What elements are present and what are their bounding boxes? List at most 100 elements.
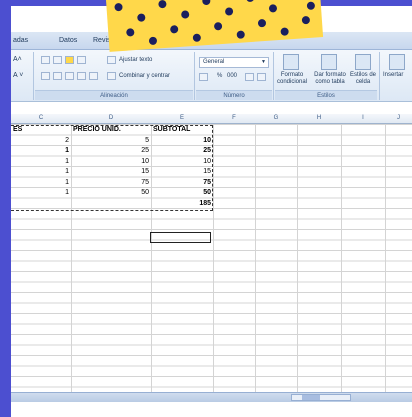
separator bbox=[194, 52, 195, 100]
font-size-up-icon[interactable]: A˄ bbox=[13, 56, 22, 63]
merge-center-button[interactable]: Combinar y centrar bbox=[119, 73, 170, 79]
align-middle-icon[interactable] bbox=[53, 56, 62, 64]
ribbon: A˄ A ˅ Ajustar texto Combinar y centrar … bbox=[11, 50, 412, 102]
decorative-dot bbox=[158, 0, 167, 9]
conditional-format-button[interactable]: Formato condicional bbox=[274, 72, 310, 86]
insert-cells-icon[interactable] bbox=[389, 54, 405, 70]
increase-indent-icon[interactable] bbox=[89, 72, 98, 80]
cell-quantity[interactable]: 1 bbox=[11, 157, 71, 167]
decorative-dot bbox=[301, 15, 311, 25]
styles-group-label: Estilos bbox=[275, 90, 377, 100]
column-header-d[interactable]: D bbox=[71, 115, 151, 121]
align-center-icon[interactable] bbox=[53, 72, 62, 80]
cell-styles-icon[interactable] bbox=[355, 54, 371, 70]
decorative-dot bbox=[137, 13, 146, 22]
column-header-f[interactable]: F bbox=[213, 115, 255, 121]
decorative-dot bbox=[280, 27, 289, 36]
decrease-decimal-icon[interactable] bbox=[257, 73, 266, 81]
status-bar bbox=[11, 392, 412, 402]
cell-subtotal[interactable]: 15 bbox=[151, 167, 213, 177]
number-group-label: Número bbox=[196, 90, 272, 100]
gridline bbox=[213, 124, 214, 394]
separator bbox=[379, 52, 380, 100]
currency-icon[interactable] bbox=[199, 73, 208, 81]
decorative-dot bbox=[202, 0, 211, 6]
gridline bbox=[385, 124, 386, 394]
decorative-dot bbox=[236, 30, 246, 39]
gridline bbox=[341, 124, 342, 394]
column-header-j[interactable]: J bbox=[385, 115, 412, 121]
cell-subtotal[interactable]: 25 bbox=[151, 146, 213, 156]
wrap-text-icon[interactable] bbox=[107, 56, 116, 64]
align-right-icon[interactable] bbox=[65, 72, 74, 80]
insert-button[interactable]: Insertar bbox=[383, 72, 403, 78]
align-bottom-icon[interactable] bbox=[65, 56, 74, 64]
decorative-dot bbox=[306, 1, 316, 10]
font-color-icon[interactable]: A ˅ bbox=[13, 72, 23, 79]
column-header-h[interactable]: H bbox=[297, 115, 341, 121]
cell-subtotal[interactable]: 10 bbox=[151, 157, 213, 167]
tab-formulas[interactable]: adas bbox=[13, 37, 28, 44]
cell-styles-button[interactable]: Estilos de celda bbox=[349, 72, 377, 86]
scrollbar-thumb[interactable] bbox=[302, 395, 320, 400]
cell-subtotal[interactable]: 50 bbox=[151, 188, 213, 198]
decorative-dot bbox=[114, 2, 123, 12]
cell-header-subtotal[interactable]: SUBTOTAL bbox=[151, 125, 213, 135]
separator bbox=[33, 52, 34, 100]
cell-unit-price[interactable]: 50 bbox=[71, 188, 151, 198]
cell-header-quantity[interactable]: ES bbox=[11, 125, 71, 135]
column-header-c[interactable]: C bbox=[11, 115, 71, 121]
decorative-dot bbox=[148, 36, 158, 46]
align-left-icon[interactable] bbox=[41, 72, 50, 80]
decrease-indent-icon[interactable] bbox=[77, 72, 86, 80]
decorative-dot bbox=[245, 0, 255, 3]
cell-quantity[interactable]: 1 bbox=[11, 167, 71, 177]
cell-total[interactable]: 185 bbox=[151, 199, 213, 209]
column-header-g[interactable]: G bbox=[255, 115, 297, 121]
cell-quantity[interactable]: 1 bbox=[11, 146, 71, 156]
column-header-e[interactable]: E bbox=[151, 115, 213, 121]
column-header-i[interactable]: I bbox=[341, 115, 385, 121]
align-top-icon[interactable] bbox=[41, 56, 50, 64]
increase-decimal-icon[interactable] bbox=[245, 73, 254, 81]
gridline bbox=[255, 124, 256, 394]
cell-quantity[interactable]: 2 bbox=[11, 136, 71, 146]
decorative-dot bbox=[257, 18, 267, 28]
decorative-dot bbox=[268, 4, 278, 13]
percent-button[interactable]: % bbox=[217, 73, 222, 79]
cell-unit-price[interactable]: 5 bbox=[71, 136, 151, 146]
gridline bbox=[297, 124, 298, 394]
cell-header-unit-price[interactable]: PRECIO UNID. bbox=[71, 125, 151, 135]
column-headers: C D E F G H I J bbox=[11, 114, 412, 124]
cell-unit-price[interactable]: 10 bbox=[71, 157, 151, 167]
chevron-down-icon: ▼ bbox=[261, 59, 266, 65]
cell-subtotal[interactable]: 10 bbox=[151, 136, 213, 146]
alignment-group-label: Alineación bbox=[35, 90, 193, 100]
cell-quantity[interactable]: 1 bbox=[11, 188, 71, 198]
decorative-dot bbox=[126, 28, 135, 37]
cell-subtotal[interactable]: 75 bbox=[151, 178, 213, 188]
number-format-dropdown[interactable]: General ▼ bbox=[199, 57, 269, 68]
decorative-dot bbox=[213, 21, 223, 31]
number-format-value: General bbox=[203, 59, 225, 65]
tab-datos[interactable]: Datos bbox=[59, 37, 77, 44]
active-cell-cursor[interactable] bbox=[150, 232, 211, 243]
cell-unit-price[interactable]: 25 bbox=[71, 146, 151, 156]
format-table-button[interactable]: Dar formato como tabla bbox=[312, 72, 348, 86]
excel-window: adas Datos Revisar A˄ A ˅ Ajustar texto … bbox=[11, 6, 412, 417]
decorative-dot bbox=[169, 25, 179, 34]
decorative-dot bbox=[224, 7, 234, 16]
wrap-text-button[interactable]: Ajustar texto bbox=[119, 57, 152, 63]
cell-quantity[interactable]: 1 bbox=[11, 178, 71, 188]
cell-unit-price[interactable]: 75 bbox=[71, 178, 151, 188]
format-table-icon[interactable] bbox=[321, 54, 337, 70]
merge-center-icon[interactable] bbox=[107, 72, 116, 80]
conditional-format-icon[interactable] bbox=[283, 54, 299, 70]
thousands-button[interactable]: 000 bbox=[227, 73, 237, 79]
screenshot-card: adas Datos Revisar A˄ A ˅ Ajustar texto … bbox=[11, 6, 412, 417]
cell-unit-price[interactable]: 15 bbox=[71, 167, 151, 177]
decorative-dot bbox=[180, 10, 190, 19]
decorative-dot bbox=[192, 33, 202, 43]
orientation-icon[interactable] bbox=[77, 56, 86, 64]
horizontal-scrollbar[interactable] bbox=[291, 394, 351, 401]
